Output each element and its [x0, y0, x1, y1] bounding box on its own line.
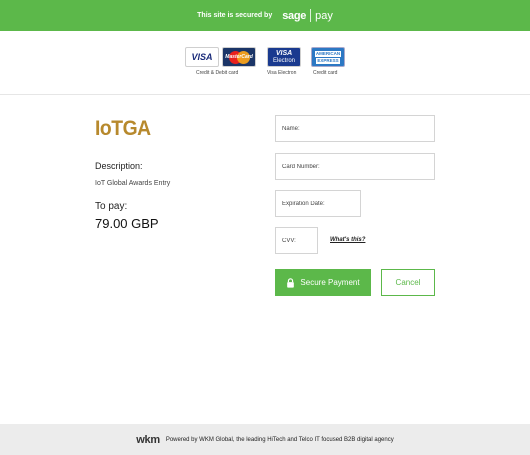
sagepay-logo: sage pay — [282, 9, 333, 22]
powered-by-text: Powered by WKM Global, the leading HiTec… — [165, 436, 394, 443]
amex-bottom-text: EXPRESS — [316, 57, 340, 64]
lock-icon — [287, 277, 295, 288]
visa-electron-icon: VISA Electron — [267, 47, 301, 67]
to-pay-label: To pay: — [95, 201, 128, 212]
pay-logo-text: pay — [315, 9, 333, 22]
amex-top-text: AMERICAN — [314, 50, 342, 57]
mastercard-icon: MasterCard — [222, 47, 256, 67]
accepted-cards: VISA MasterCard VISA Electron AMERICAN E… — [0, 31, 530, 95]
cvv-input[interactable] — [275, 227, 318, 254]
name-input[interactable] — [275, 115, 435, 142]
logo-divider — [310, 9, 312, 22]
expiration-date-input[interactable] — [275, 190, 361, 217]
visa-electron-caption: Visa Electron — [267, 70, 297, 76]
credit-card-caption: Credit card — [313, 70, 338, 76]
secure-payment-button[interactable]: Secure Payment — [275, 269, 371, 296]
secured-by-text: This site is secured by — [197, 12, 273, 19]
card-number-input[interactable] — [275, 153, 435, 180]
amex-card-icon: AMERICAN EXPRESS — [311, 47, 345, 67]
description-value: IoT Global Awards Entry — [95, 180, 171, 187]
credit-debit-caption: Credit & Debit card — [196, 70, 239, 76]
sage-logo-text: sage — [282, 9, 307, 22]
visa-electron-top-text: VISA — [275, 49, 293, 57]
visa-electron-bottom-text: Electron — [272, 57, 295, 64]
whats-this-link[interactable]: What's this? — [330, 237, 365, 243]
merchant-logo: IoTGA — [95, 117, 151, 140]
security-banner: This site is secured by sage pay — [0, 0, 530, 31]
secure-payment-label: Secure Payment — [300, 278, 360, 287]
visa-card-icon: VISA — [185, 47, 219, 67]
wkm-logo: wkm — [136, 433, 160, 446]
description-label: Description: — [95, 161, 143, 171]
mastercard-text: MasterCard — [225, 54, 253, 60]
footer: wkm Powered by WKM Global, the leading H… — [0, 424, 530, 455]
cancel-button[interactable]: Cancel — [381, 269, 435, 296]
visa-card-text: VISA — [191, 52, 213, 62]
amount-value: 79.00 GBP — [95, 216, 159, 231]
